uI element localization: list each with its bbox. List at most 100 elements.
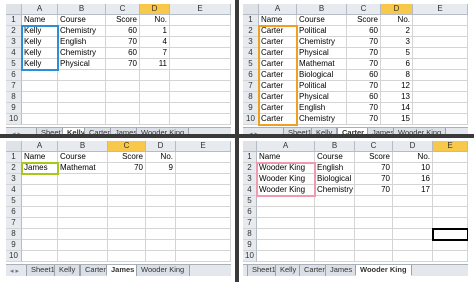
cell-d1[interactable]: No. — [393, 152, 433, 163]
cell-b2[interactable]: English — [315, 163, 355, 174]
sheet-tab-kelly[interactable]: Kelly — [311, 128, 338, 134]
cell-a6[interactable] — [22, 207, 58, 218]
cell-c8[interactable] — [108, 229, 146, 240]
cell-d2[interactable]: 10 — [393, 163, 433, 174]
column-header-a[interactable]: A — [259, 4, 297, 15]
cell-b7[interactable] — [58, 81, 106, 92]
cell-b8[interactable] — [58, 92, 106, 103]
cell-c3[interactable]: 70 — [106, 37, 140, 48]
cell-b2[interactable]: Chemistry — [58, 26, 106, 37]
row-header[interactable]: 9 — [243, 240, 257, 251]
cell-b6[interactable] — [58, 70, 106, 81]
cell-a10[interactable] — [22, 251, 58, 262]
column-header-e[interactable]: E — [170, 4, 231, 15]
cell-c9[interactable] — [355, 240, 393, 251]
cell-c9[interactable] — [108, 240, 146, 251]
cell-a7[interactable] — [22, 81, 58, 92]
cell-c2[interactable]: 70 — [355, 163, 393, 174]
row-header[interactable]: 2 — [243, 26, 259, 37]
cell-b7[interactable]: Political — [297, 81, 347, 92]
column-header-d[interactable]: D — [146, 141, 176, 152]
cell-e8[interactable] — [170, 92, 231, 103]
sheet-tab-carter[interactable]: Carter — [337, 128, 370, 134]
row-header[interactable]: 7 — [243, 81, 259, 92]
cell-e9[interactable] — [170, 103, 231, 114]
row-header[interactable]: 3 — [6, 174, 22, 185]
cell-b9[interactable] — [58, 103, 106, 114]
column-header-e[interactable]: E — [176, 141, 231, 152]
row-header[interactable]: 4 — [243, 185, 257, 196]
cell-c8[interactable] — [106, 92, 140, 103]
cell-e4[interactable] — [433, 185, 468, 196]
cell-c4[interactable]: 60 — [106, 48, 140, 59]
row-header[interactable]: 3 — [6, 37, 22, 48]
cell-d2[interactable]: 2 — [381, 26, 413, 37]
cell-d7[interactable] — [146, 218, 176, 229]
cell-e6[interactable] — [413, 70, 468, 81]
row-header[interactable]: 6 — [6, 207, 22, 218]
cell-a9[interactable] — [257, 240, 315, 251]
cell-b1[interactable]: Course — [58, 152, 108, 163]
row-header[interactable]: 7 — [6, 218, 22, 229]
cell-e6[interactable] — [433, 207, 468, 218]
cell-b3[interactable] — [58, 174, 108, 185]
cell-a7[interactable] — [257, 218, 315, 229]
cell-c6[interactable]: 60 — [347, 70, 381, 81]
select-all-corner[interactable] — [6, 141, 22, 152]
cell-c3[interactable] — [108, 174, 146, 185]
cell-b9[interactable] — [315, 240, 355, 251]
cell-c2[interactable]: 60 — [347, 26, 381, 37]
row-header[interactable]: 6 — [243, 70, 259, 81]
cell-d10[interactable] — [140, 114, 170, 125]
cell-e10[interactable] — [170, 114, 231, 125]
row-header[interactable]: 7 — [243, 218, 257, 229]
column-header-d[interactable]: D — [140, 4, 170, 15]
sheet-nav-arrows-icon[interactable]: ◂ ▸ — [12, 130, 21, 134]
cell-b8[interactable]: Physical — [297, 92, 347, 103]
cell-e10[interactable] — [433, 251, 468, 262]
cell-d9[interactable]: 14 — [381, 103, 413, 114]
column-header-a[interactable]: A — [22, 4, 58, 15]
cell-c1[interactable]: Score — [106, 15, 140, 26]
select-all-corner[interactable] — [243, 141, 257, 152]
cell-d6[interactable] — [140, 70, 170, 81]
cell-e8[interactable] — [413, 92, 468, 103]
row-header[interactable]: 7 — [6, 81, 22, 92]
cell-d9[interactable] — [140, 103, 170, 114]
cell-b5[interactable] — [58, 196, 108, 207]
cell-b1[interactable]: Course — [315, 152, 355, 163]
cell-e1[interactable] — [170, 15, 231, 26]
cell-e4[interactable] — [413, 48, 468, 59]
column-header-b[interactable]: B — [58, 141, 108, 152]
cell-d4[interactable]: 5 — [381, 48, 413, 59]
select-all-corner[interactable] — [6, 4, 22, 15]
column-header-c[interactable]: C — [108, 141, 146, 152]
row-header[interactable]: 4 — [6, 185, 22, 196]
column-header-e[interactable]: E — [413, 4, 468, 15]
cell-e9[interactable] — [433, 240, 468, 251]
cell-a10[interactable] — [22, 114, 58, 125]
cell-e8[interactable] — [176, 229, 231, 240]
row-header[interactable]: 1 — [243, 15, 259, 26]
active-cell-cursor[interactable] — [432, 228, 468, 241]
row-header[interactable]: 5 — [6, 59, 22, 70]
cell-d10[interactable] — [146, 251, 176, 262]
column-header-b[interactable]: B — [315, 141, 355, 152]
row-header[interactable]: 3 — [243, 174, 257, 185]
cell-d5[interactable] — [146, 196, 176, 207]
cell-b8[interactable] — [315, 229, 355, 240]
cell-b8[interactable] — [58, 229, 108, 240]
cell-a4[interactable] — [22, 185, 58, 196]
row-header[interactable]: 5 — [243, 196, 257, 207]
cell-d5[interactable]: 11 — [140, 59, 170, 70]
cell-e1[interactable] — [413, 15, 468, 26]
cell-c4[interactable] — [108, 185, 146, 196]
cell-d7[interactable] — [393, 218, 433, 229]
row-header[interactable]: 10 — [6, 251, 22, 262]
row-header[interactable]: 2 — [6, 26, 22, 37]
row-header[interactable]: 6 — [6, 70, 22, 81]
row-header[interactable]: 8 — [243, 229, 257, 240]
cell-a5[interactable] — [22, 196, 58, 207]
cell-d9[interactable] — [146, 240, 176, 251]
cell-c2[interactable]: 60 — [106, 26, 140, 37]
